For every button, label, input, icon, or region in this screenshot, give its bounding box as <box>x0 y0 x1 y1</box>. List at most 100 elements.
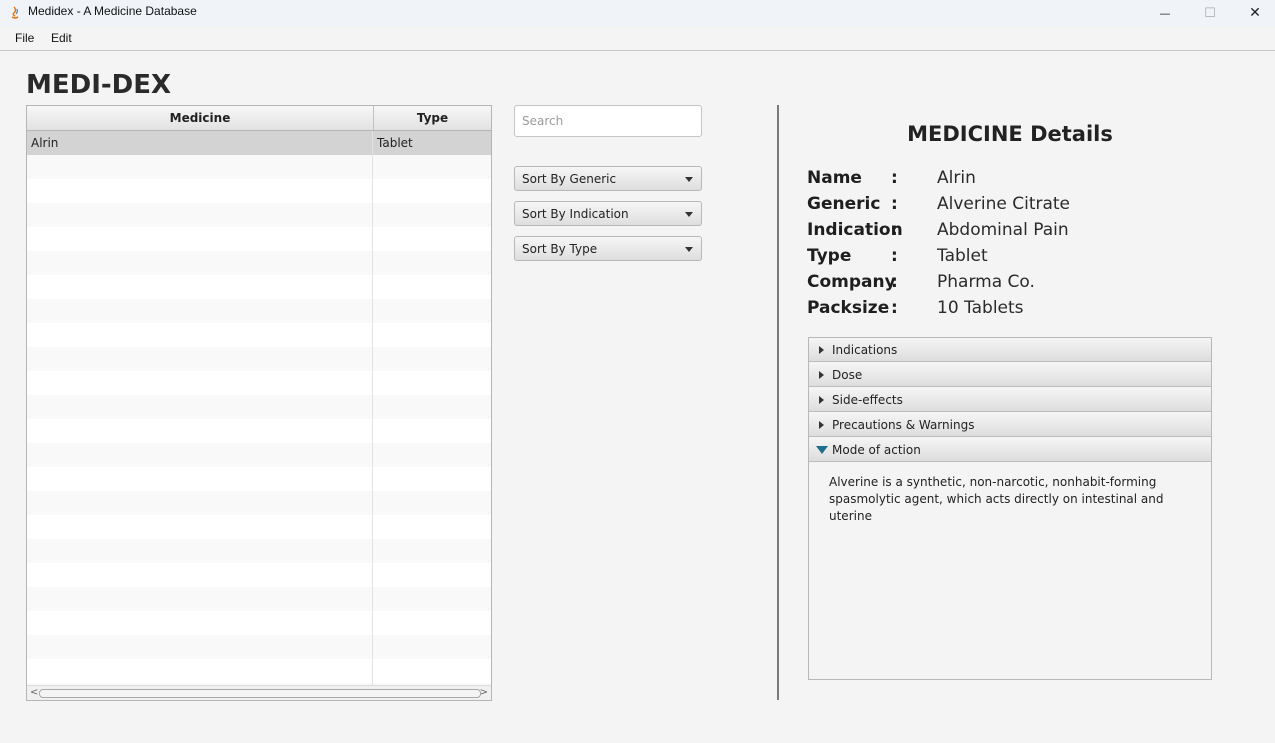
close-icon: ✕ <box>1249 5 1261 21</box>
scroll-left-icon[interactable]: < <box>30 687 38 698</box>
chevron-down-icon <box>685 177 693 182</box>
pane-dose[interactable]: Dose <box>809 363 1211 387</box>
cell-type <box>374 587 491 611</box>
scrollbar-thumb[interactable] <box>39 689 481 698</box>
cell-medicine <box>27 155 373 179</box>
cell-type <box>374 515 491 539</box>
pane-label: Precautions & Warnings <box>832 418 975 432</box>
chevron-down-icon <box>685 212 693 217</box>
search-input[interactable] <box>514 105 702 137</box>
cell-type <box>374 635 491 659</box>
cell-type <box>374 539 491 563</box>
pane-side-effects[interactable]: Side-effects <box>809 388 1211 412</box>
cell-type <box>374 275 491 299</box>
java-app-icon <box>11 6 19 19</box>
table-row-empty[interactable] <box>27 659 491 683</box>
table-row-empty[interactable] <box>27 587 491 611</box>
label-type: Type <box>807 246 852 266</box>
cell-type <box>374 443 491 467</box>
sort-by-indication-dropdown[interactable]: Sort By Indication <box>514 201 702 226</box>
cell-medicine <box>27 539 373 563</box>
cell-medicine <box>27 491 373 515</box>
pane-precautions-warnings[interactable]: Precautions & Warnings <box>809 413 1211 437</box>
cell-medicine <box>27 467 373 491</box>
column-header-medicine[interactable]: Medicine <box>27 106 374 130</box>
table-row-empty[interactable] <box>27 227 491 251</box>
cell-type <box>374 251 491 275</box>
cell-medicine <box>27 323 373 347</box>
value-indication: Abdominal Pain <box>937 220 1069 240</box>
table-row-empty[interactable] <box>27 155 491 179</box>
cell-type <box>374 299 491 323</box>
table-row-empty[interactable] <box>27 611 491 635</box>
cell-medicine <box>27 443 373 467</box>
dropdown-label: Sort By Type <box>522 242 598 256</box>
column-header-type[interactable]: Type <box>374 106 491 130</box>
table-row-empty[interactable] <box>27 467 491 491</box>
sort-by-type-dropdown[interactable]: Sort By Type <box>514 236 702 261</box>
cell-medicine <box>27 659 373 683</box>
details-accordion: Indications Dose Side-effects Precaution… <box>808 337 1212 680</box>
menu-edit[interactable]: Edit <box>51 31 72 45</box>
label-indication: Indication <box>807 220 903 240</box>
label-generic: Generic <box>807 194 881 214</box>
cell-type <box>374 395 491 419</box>
collapse-arrow-icon <box>816 446 828 454</box>
medicine-table[interactable]: Medicine Type Alrin Tablet < > <box>26 105 492 701</box>
table-row-empty[interactable] <box>27 323 491 347</box>
table-row-empty[interactable] <box>27 299 491 323</box>
cell-medicine <box>27 275 373 299</box>
table-row-empty[interactable] <box>27 179 491 203</box>
label-separator: : <box>891 298 898 318</box>
cell-medicine: Alrin <box>27 131 373 155</box>
table-row-empty[interactable] <box>27 635 491 659</box>
pane-mode-of-action[interactable]: Mode of action <box>809 438 1211 462</box>
pane-label: Side-effects <box>832 393 903 407</box>
table-row-empty[interactable] <box>27 539 491 563</box>
cell-medicine <box>27 371 373 395</box>
sort-by-generic-dropdown[interactable]: Sort By Generic <box>514 166 702 191</box>
minimize-button[interactable]: — <box>1142 0 1188 26</box>
label-separator: : <box>891 272 898 292</box>
cell-medicine <box>27 587 373 611</box>
cell-type <box>374 347 491 371</box>
cell-type <box>374 419 491 443</box>
cell-type <box>374 227 491 251</box>
label-separator: : <box>891 246 898 266</box>
table-row-empty[interactable] <box>27 203 491 227</box>
app-heading: MEDI-DEX <box>26 70 172 100</box>
table-row-empty[interactable] <box>27 443 491 467</box>
table-row-empty[interactable] <box>27 371 491 395</box>
maximize-button[interactable]: ☐ <box>1187 0 1233 26</box>
label-separator: : <box>891 220 898 240</box>
close-button[interactable]: ✕ <box>1232 0 1275 26</box>
table-row-empty[interactable] <box>27 563 491 587</box>
table-row-empty[interactable] <box>27 347 491 371</box>
label-separator: : <box>891 194 898 214</box>
table-row-empty[interactable] <box>27 491 491 515</box>
cell-medicine <box>27 563 373 587</box>
cell-medicine <box>27 611 373 635</box>
table-row-empty[interactable] <box>27 419 491 443</box>
table-row-empty[interactable] <box>27 275 491 299</box>
cell-type <box>374 659 491 683</box>
table-row-empty[interactable] <box>27 395 491 419</box>
table-row-empty[interactable] <box>27 515 491 539</box>
cell-type <box>374 203 491 227</box>
horizontal-scrollbar[interactable]: < > <box>27 685 491 700</box>
menu-file[interactable]: File <box>15 31 34 45</box>
cell-type <box>374 155 491 179</box>
chevron-down-icon <box>685 247 693 252</box>
label-packsize: Packsize <box>807 298 890 318</box>
cell-type <box>374 611 491 635</box>
scroll-right-icon[interactable]: > <box>480 687 488 698</box>
value-name: Alrin <box>937 168 976 188</box>
details-title: MEDICINE Details <box>907 122 1113 146</box>
pane-indications[interactable]: Indications <box>809 338 1211 362</box>
minimize-icon: — <box>1159 6 1171 20</box>
cell-medicine <box>27 347 373 371</box>
label-separator: : <box>891 168 898 188</box>
value-type: Tablet <box>937 246 988 266</box>
table-row-empty[interactable] <box>27 251 491 275</box>
table-row[interactable]: Alrin Tablet <box>27 131 491 155</box>
